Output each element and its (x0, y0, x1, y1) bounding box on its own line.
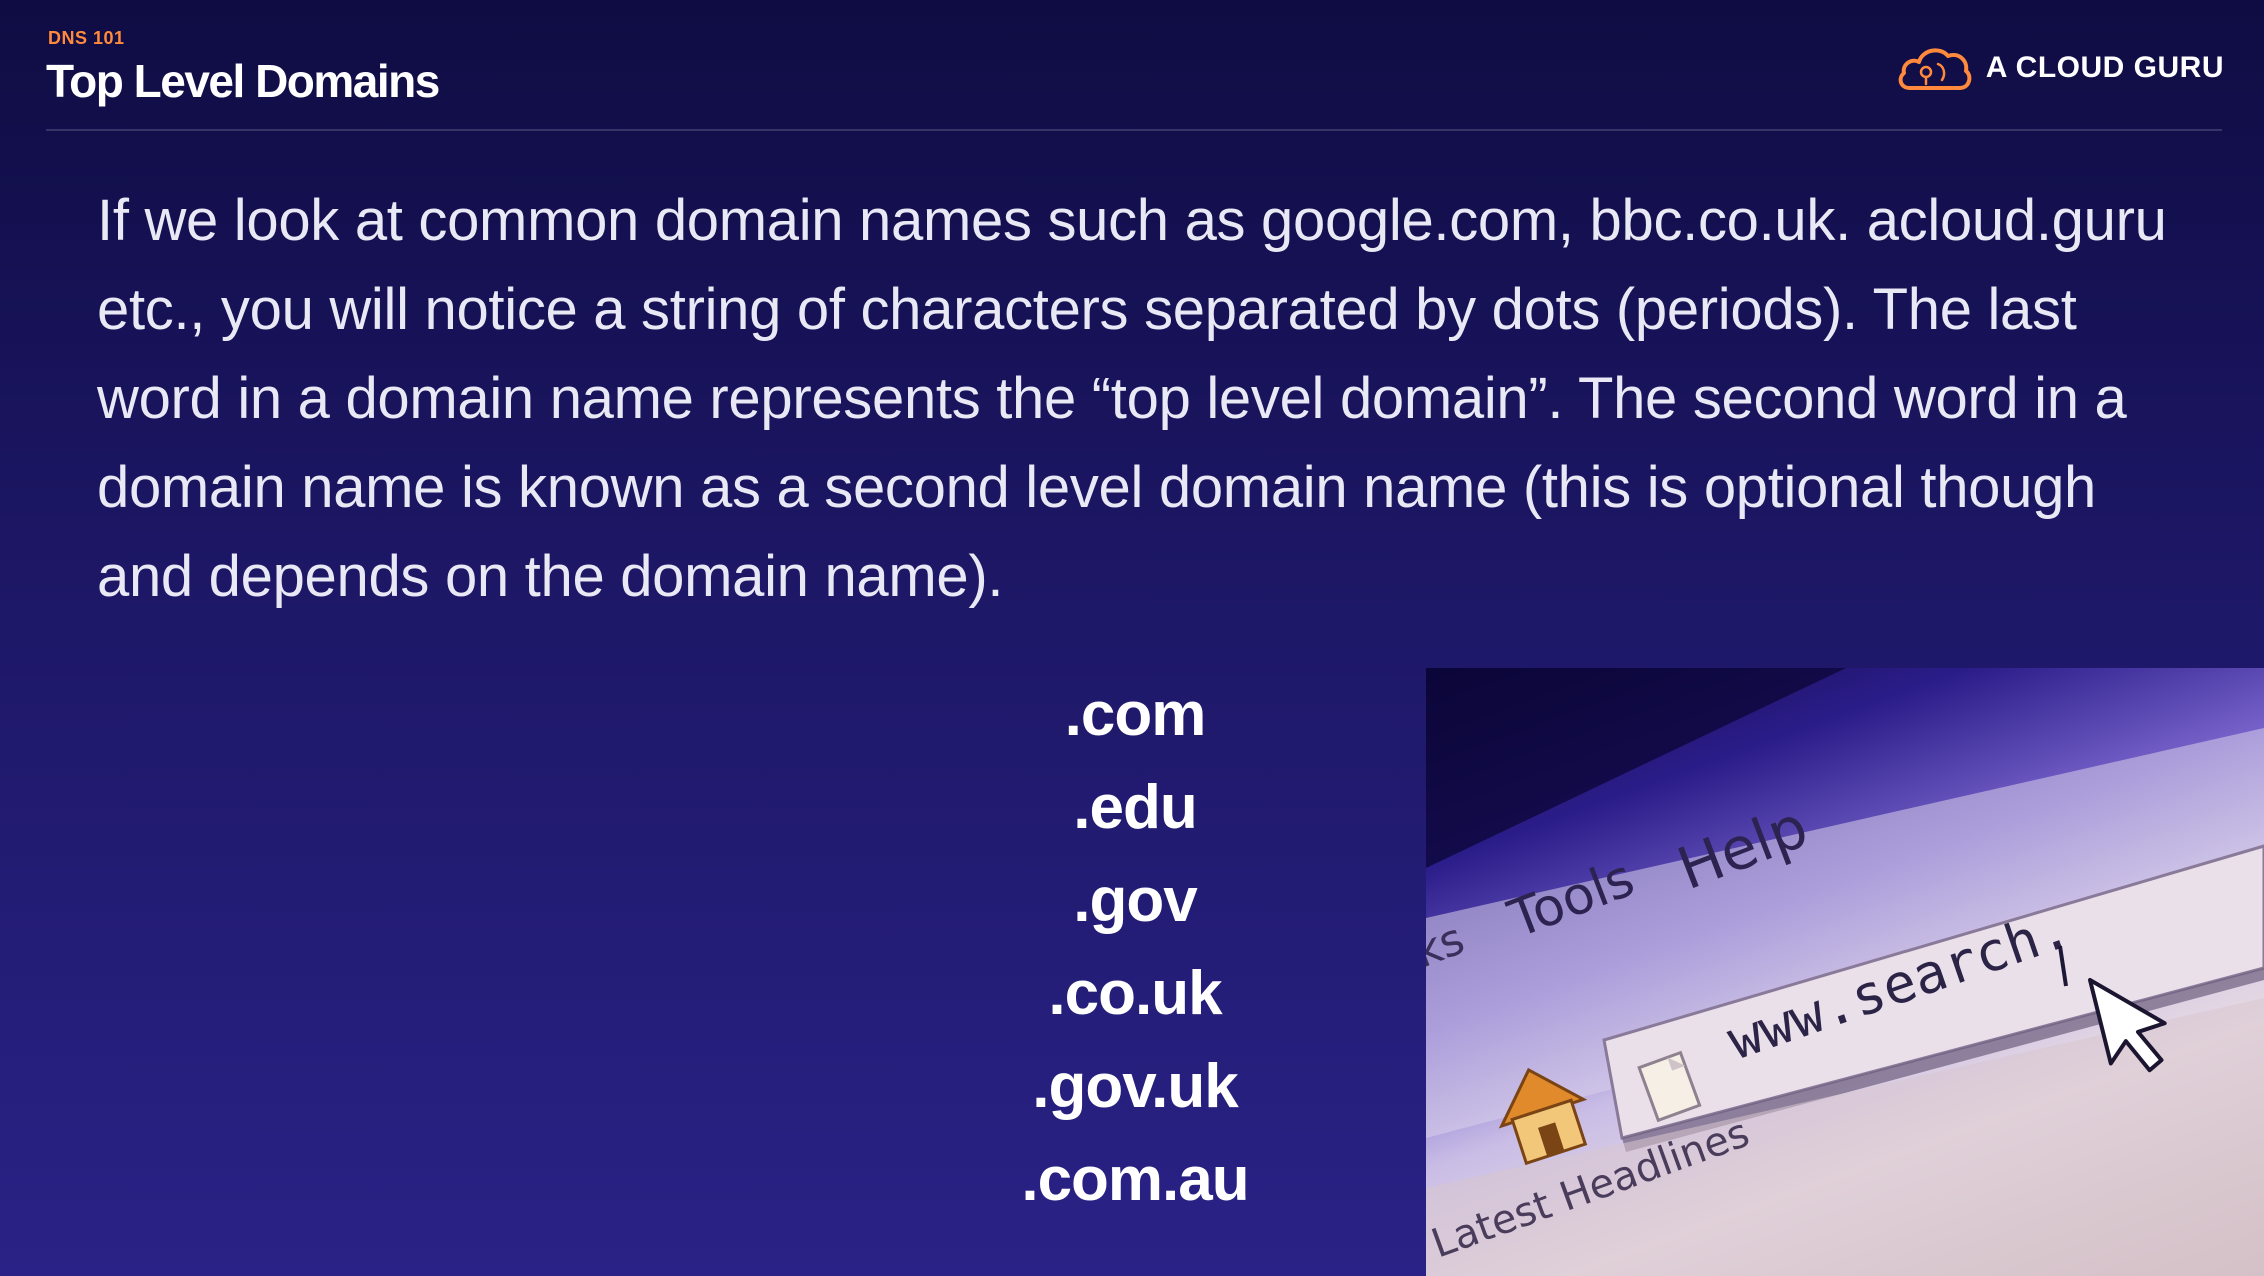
tld-item: .com (1064, 680, 1207, 749)
browser-photo-art: ks Tools Help www.search. Latest Headlin… (1426, 668, 2264, 1276)
intro-paragraph: If we look at common domain names such a… (97, 188, 2167, 609)
brand-logo: A CLOUD GURU (1896, 42, 2224, 94)
cloud-icon (1898, 48, 1972, 90)
tld-item: .edu (1073, 773, 1197, 842)
section-kicker: DNS 101 (48, 28, 125, 48)
browser-address-bar-photo: ks Tools Help www.search. Latest Headlin… (1426, 668, 2264, 1276)
slide-header: DNS 101 Top Level Domains A CLOUD GURU (0, 0, 2264, 132)
tld-item: .co.uk (1048, 959, 1222, 1028)
header-divider (46, 129, 2222, 131)
tld-item: .com.au (1021, 1145, 1249, 1214)
tld-item: .gov (1073, 866, 1197, 935)
slide-title: Top Level Domains (46, 55, 440, 107)
tld-list: .com .edu .gov .co.uk .gov.uk .com.au (935, 668, 1335, 1226)
tld-item: .gov.uk (1032, 1052, 1238, 1121)
brand-name: A CLOUD GURU (1985, 51, 2224, 84)
